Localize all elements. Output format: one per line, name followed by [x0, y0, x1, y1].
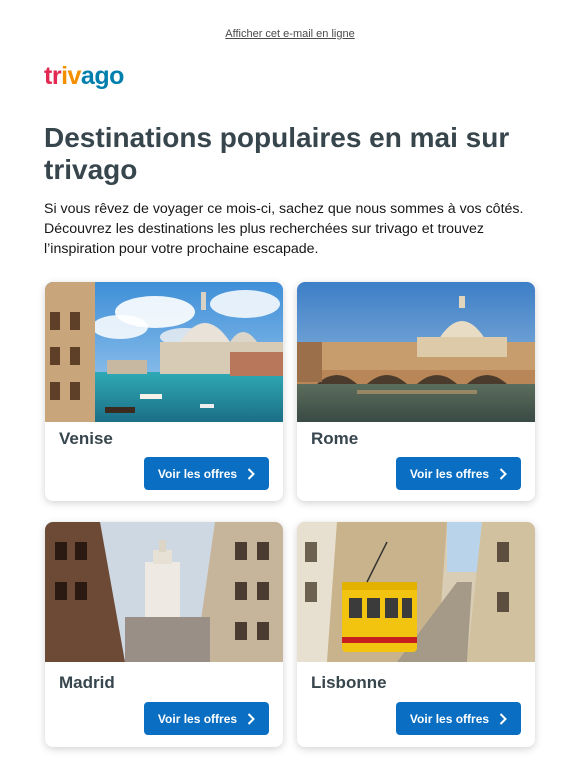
intro-text: Si vous rêvez de voyager ce mois-ci, sac… [44, 201, 524, 257]
chevron-right-icon [499, 712, 507, 725]
card-city-name: Madrid [59, 673, 115, 692]
chevron-right-icon [247, 467, 255, 480]
trivago-logo-mark: trivago [44, 62, 125, 90]
view-online-link[interactable]: Afficher cet e-mail en ligne [0, 28, 580, 40]
destination-card-madrid[interactable]: Madrid Voir les offres [45, 522, 283, 747]
chevron-right-icon [499, 467, 507, 480]
rome-photo [297, 282, 535, 422]
venise-photo [45, 282, 283, 422]
destination-card-rome[interactable]: Rome Voir les offres [297, 282, 535, 501]
button-label: Voir les offres [409, 711, 490, 726]
button-label: Voir les offres [409, 466, 490, 481]
card-city-name: Rome [311, 429, 359, 448]
madrid-photo [45, 522, 283, 662]
button-label: Voir les offres [157, 711, 238, 726]
view-offers-button[interactable]: Voir les offres [396, 702, 521, 735]
card-city-name: Venise [59, 429, 113, 448]
view-offers-button[interactable]: Voir les offres [144, 702, 269, 735]
destination-card-venise[interactable]: Venise Voir les offres [45, 282, 283, 501]
view-offers-button[interactable]: Voir les offres [144, 457, 269, 490]
destination-card-lisbonne[interactable]: Lisbonne Voir les offres [297, 522, 535, 747]
svg-text:trivago: trivago [44, 62, 124, 90]
chevron-right-icon [247, 712, 255, 725]
view-offers-button[interactable]: Voir les offres [396, 457, 521, 490]
trivago-logo[interactable]: trivago [44, 62, 134, 92]
card-city-name: Lisbonne [311, 673, 387, 692]
lisbonne-photo [297, 522, 535, 662]
button-label: Voir les offres [157, 466, 238, 481]
page-title: Destinations populaires en mai sur triva… [44, 122, 510, 185]
